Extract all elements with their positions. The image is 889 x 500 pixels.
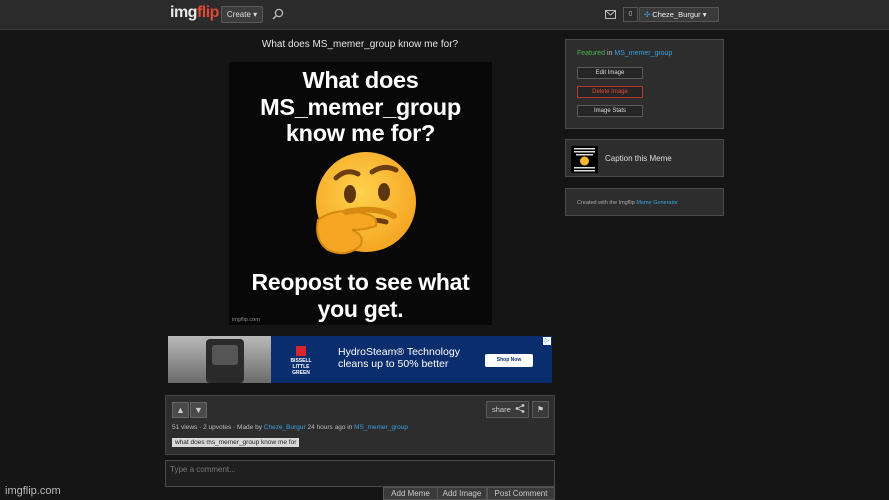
imgflip-logo[interactable]: imgflip — [170, 4, 219, 22]
logo-text-img: img — [170, 4, 197, 21]
meme-watermark: imgflip.com — [232, 317, 260, 323]
share-label: share — [492, 405, 511, 414]
add-meme-button[interactable]: Add Meme — [383, 487, 438, 500]
user-avatar-icon: ✣ — [644, 10, 651, 19]
notification-count[interactable]: 0 — [623, 7, 638, 22]
delete-image-button[interactable]: Delete Image — [577, 86, 643, 98]
chevron-down-icon: ▾ — [702, 10, 707, 19]
brand-logo-icon — [296, 346, 306, 356]
ad-headline: HydroSteam® Technology cleans up to 50% … — [338, 346, 460, 370]
downvote-button[interactable]: ▼ — [190, 402, 207, 418]
mail-icon[interactable] — [605, 10, 616, 19]
meme-tag[interactable]: what does ms_memer_group know me for — [172, 438, 300, 447]
top-nav-bar: imgflip Create ▾ 0 ✣ Cheze_Burgur ▾ — [0, 0, 889, 30]
ad-product-photo — [168, 336, 271, 383]
featured-in-text: in — [605, 50, 615, 57]
meme-info-panel: ▲ ▼ share ⚑ 51 views · 2 upvotes · Made … — [165, 395, 555, 455]
add-image-button[interactable]: Add Image — [437, 487, 487, 500]
username-label: Cheze_Burgur — [652, 10, 701, 19]
ad-sub-brand: LITTLE GREEN — [292, 364, 310, 376]
ad-choices-icon[interactable]: ▷ — [543, 337, 551, 345]
meme-image[interactable]: What does MS_memer_group know me for? Re… — [229, 62, 492, 325]
share-icon — [515, 404, 525, 413]
ad-machine-detail — [212, 345, 238, 365]
created-with-panel: Created with the Imgflip Meme Generator — [565, 188, 724, 216]
created-with-label: Created with the Imgflip — [577, 200, 637, 206]
logo-text-flip: flip — [196, 4, 220, 21]
ad-shop-now-button[interactable]: Shop Now — [485, 354, 533, 367]
stats-time: 24 hours ago in — [305, 424, 355, 431]
featured-stream-link[interactable]: MS_memer_group — [614, 50, 672, 57]
image-stats-button[interactable]: Image Stats — [577, 105, 643, 117]
meme-generator-link[interactable]: Meme Generator — [636, 200, 678, 206]
ad-headline-line1: HydroSteam® Technology — [338, 346, 460, 358]
ad-brand-logo: BISSELL LITTLE GREEN — [284, 346, 318, 376]
meme-bottom-text: Reopost to see what you get. — [251, 269, 470, 322]
search-icon[interactable] — [272, 8, 284, 20]
flag-button[interactable]: ⚑ — [532, 401, 549, 418]
meme-top-text: What does MS_memer_group know me for? — [260, 67, 461, 146]
comment-input[interactable]: Type a comment... — [165, 460, 555, 487]
meme-title: What does MS_memer_group know me for? — [261, 39, 459, 50]
stream-link[interactable]: MS_memer_group — [354, 424, 408, 431]
author-link[interactable]: Cheze_Burgur — [264, 424, 306, 431]
share-button[interactable]: share — [486, 401, 529, 418]
page-watermark: imgflip.com — [5, 485, 61, 497]
stats-views-upvotes: 51 views · 2 upvotes · Made by — [172, 424, 264, 431]
meme-stats: 51 views · 2 upvotes · Made by Cheze_Bur… — [172, 424, 408, 431]
post-comment-button[interactable]: Post Comment — [487, 487, 555, 500]
caption-meme-label: Caption this Meme — [605, 154, 672, 163]
meme-thumbnail — [571, 146, 598, 173]
featured-label: Featured — [577, 50, 606, 57]
ad-headline-line2: cleans up to 50% better — [338, 358, 449, 370]
created-with-text: Created with the Imgflip Meme Generator — [577, 200, 678, 206]
create-dropdown-button[interactable]: Create ▾ — [221, 6, 263, 23]
user-menu-button[interactable]: ✣ Cheze_Burgur ▾ — [639, 7, 719, 22]
thinking-face-emoji — [316, 152, 416, 255]
edit-image-button[interactable]: Edit Image — [577, 67, 643, 79]
caption-meme-panel[interactable]: Caption this Meme — [565, 139, 724, 177]
featured-status: Featured in MS_memer_group — [577, 50, 672, 57]
upvote-button[interactable]: ▲ — [172, 402, 189, 418]
image-actions-panel: Featured in MS_memer_group Edit Image De… — [565, 39, 724, 129]
advertisement-banner[interactable]: BISSELL LITTLE GREEN HydroSteam® Technol… — [168, 336, 552, 383]
